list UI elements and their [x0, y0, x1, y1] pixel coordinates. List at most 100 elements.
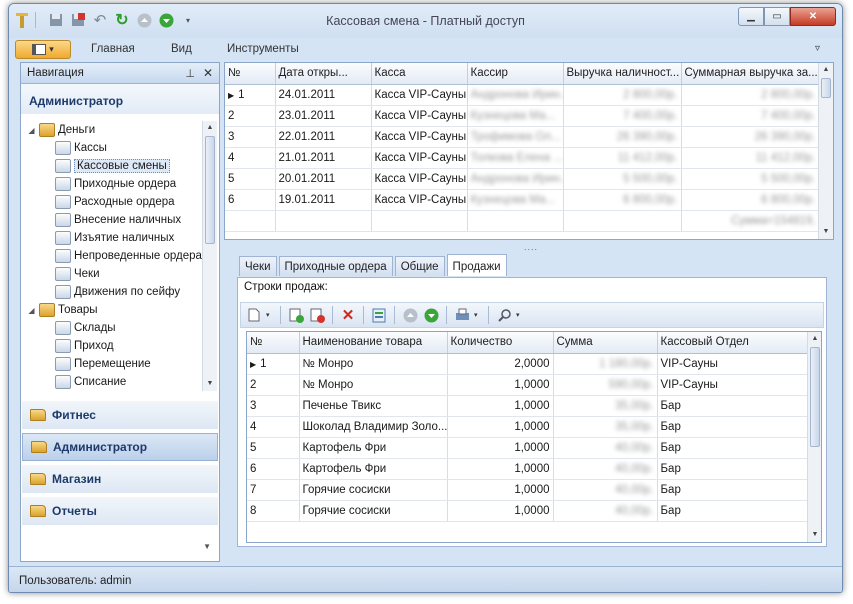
chevron-down-icon[interactable]: ▾ — [516, 311, 524, 319]
tab-main[interactable]: Главная — [91, 43, 135, 55]
nav-tree-item[interactable]: Чеки — [24, 265, 204, 283]
down-icon[interactable] — [422, 306, 440, 324]
pin-icon[interactable]: ⊥ — [185, 67, 195, 80]
nav-tree-item[interactable]: Движения по сейфу — [24, 283, 204, 301]
cell-date: 22.01.2011 — [278, 130, 336, 143]
remove-row-icon[interactable] — [308, 306, 326, 324]
table-row[interactable]: 3 22.01.2011 Касса VIP-Сауны Трофимова Ол..… — [225, 126, 820, 148]
scroll-up-icon[interactable]: ▲ — [819, 63, 833, 77]
column-header[interactable]: Кассир — [467, 63, 564, 85]
table-row[interactable]: 5 20.01.2011 Касса VIP-Сауны Андронова Ирин… — [225, 168, 820, 190]
nav-tree-item[interactable]: Склады — [24, 319, 204, 337]
tab-3[interactable]: Продажи — [446, 254, 507, 276]
column-header[interactable]: № — [247, 332, 300, 354]
table-row[interactable]: 8 Горячие сосиски 1,0000 40,00р. Бар — [247, 500, 808, 522]
scroll-down-icon[interactable]: ▼ — [808, 528, 821, 542]
nav-group-button[interactable]: Магазин — [22, 465, 218, 493]
column-header[interactable]: Сумма — [553, 332, 658, 354]
column-header[interactable]: Кассовый Отдел — [657, 332, 808, 354]
scroll-thumb[interactable] — [821, 78, 831, 98]
nav-group-button[interactable]: Фитнес — [22, 401, 218, 429]
tab-0[interactable]: Чеки — [239, 256, 277, 276]
shifts-scrollbar[interactable]: ▲ ▼ — [818, 63, 833, 239]
scroll-up-icon[interactable]: ▲ — [808, 332, 821, 346]
table-row[interactable]: ▶ 1 24.01.2011 Касса VIP-Сауны Андронова Ири… — [225, 84, 820, 106]
new-doc-icon[interactable] — [245, 306, 263, 324]
row-indicator-icon: ▶ — [228, 90, 235, 100]
column-header[interactable]: Наименование товара — [299, 332, 448, 354]
table-row[interactable]: 4 21.01.2011 Касса VIP-Сауны Толкова Елена … — [225, 147, 820, 169]
tab-2[interactable]: Общие — [394, 256, 445, 276]
nav-tree-item[interactable]: Списание — [24, 373, 204, 391]
nav-tree-item[interactable]: Расходные ордера — [24, 193, 204, 211]
chevron-down-icon[interactable]: ▾ — [474, 311, 482, 319]
nav-tree-item[interactable]: Внесение наличных — [24, 211, 204, 229]
column-header[interactable]: № — [225, 63, 276, 85]
nav-tree-item[interactable]: ◢ Деньги — [24, 121, 204, 139]
table-row[interactable]: 4 Шоколад Владимир Золо... 1,0000 35,00р. Ба… — [247, 416, 808, 438]
tab-view[interactable]: Вид — [171, 43, 192, 55]
cell-date: 24.01.2011 — [278, 88, 336, 101]
delete-icon[interactable]: ✕ — [339, 306, 357, 324]
tab-1[interactable]: Приходные ордера — [278, 256, 393, 276]
nav-group-button[interactable]: Отчеты — [22, 497, 218, 525]
minimize-button[interactable]: ▁ — [738, 7, 764, 26]
cell-n: 2 — [228, 109, 235, 122]
scroll-up-icon[interactable]: ▲ — [203, 121, 217, 135]
table-row[interactable]: 6 Картофель Фри 1,0000 40,00р. Бар — [247, 458, 808, 480]
table-row[interactable]: 2 23.01.2011 Касса VIP-Сауны Кузнецова Ма..… — [225, 105, 820, 127]
app-menu-icon — [32, 44, 47, 55]
cell-name: Печенье Твикс — [302, 399, 382, 412]
table-row[interactable]: 5 Картофель Фри 1,0000 40,00р. Бар — [247, 437, 808, 459]
close-button[interactable]: ✕ — [790, 7, 836, 26]
cell-n: 3 — [250, 399, 257, 412]
document-icon — [55, 213, 71, 227]
chevron-down-icon[interactable]: ▾ — [266, 311, 274, 319]
nav-group-button[interactable]: Администратор — [22, 433, 218, 461]
splitter-handle[interactable]: .... — [524, 242, 538, 252]
scroll-down-icon[interactable]: ▼ — [819, 225, 833, 239]
maximize-button[interactable]: ▭ — [764, 7, 790, 26]
nav-tree-item[interactable]: Непроведенные ордера — [24, 247, 204, 265]
document-icon — [55, 249, 71, 263]
column-header[interactable]: Дата откры... — [275, 63, 372, 85]
edit-list-icon[interactable] — [370, 306, 388, 324]
nav-tree-item[interactable]: Приходные ордера — [24, 175, 204, 193]
cell-total: 7 400,00р. — [761, 109, 816, 122]
shifts-footer-sum: Сумма=154819, — [681, 210, 820, 232]
table-row[interactable]: 2 № Монро 1,0000 590,00р. VIP-Сауны — [247, 374, 808, 396]
app-menu-button[interactable]: ▾ — [15, 40, 71, 59]
column-header[interactable]: Количество — [447, 332, 554, 354]
column-header[interactable]: Суммарная выручка за... — [681, 63, 820, 85]
nav-tree-item[interactable]: Перемещение — [24, 355, 204, 373]
up-icon[interactable] — [401, 306, 419, 324]
scroll-thumb[interactable] — [810, 347, 820, 447]
configure-buttons-icon[interactable]: ▼ — [203, 542, 211, 551]
sales-scrollbar[interactable]: ▲ ▼ — [807, 332, 821, 542]
expand-icon[interactable]: ◢ — [26, 306, 37, 315]
find-icon[interactable] — [495, 306, 513, 324]
close-pane-icon[interactable]: ✕ — [203, 66, 213, 80]
tab-tools[interactable]: Инструменты — [227, 43, 299, 55]
table-row[interactable]: ▶ 1 № Монро 2,0000 1 180,00р. VIP-Сауны — [247, 353, 808, 375]
cell-n: 6 — [250, 462, 257, 475]
table-row[interactable]: 3 Печенье Твикс 1,0000 35,00р. Бар — [247, 395, 808, 417]
nav-tree-item[interactable]: Приход — [24, 337, 204, 355]
table-row[interactable]: 7 Горячие сосиски 1,0000 40,00р. Бар — [247, 479, 808, 501]
nav-tree-item[interactable]: ◢ Товары — [24, 301, 204, 319]
ribbon-expand-icon[interactable]: ▿ — [815, 43, 820, 54]
add-row-icon[interactable] — [287, 306, 305, 324]
column-header[interactable]: Касса — [371, 63, 468, 85]
print-icon[interactable] — [453, 306, 471, 324]
column-header[interactable]: Выручка наличност... — [563, 63, 682, 85]
scroll-down-icon[interactable]: ▼ — [203, 377, 217, 391]
nav-group-label: Отчеты — [52, 504, 97, 518]
cell-kassa: Касса VIP-Сауны — [374, 151, 467, 164]
expand-icon[interactable]: ◢ — [26, 126, 37, 135]
nav-tree-item[interactable]: Изъятие наличных — [24, 229, 204, 247]
scroll-thumb[interactable] — [205, 136, 215, 244]
nav-tree-item[interactable]: Кассы — [24, 139, 204, 157]
nav-tree-item[interactable]: Кассовые смены — [24, 157, 204, 175]
table-row[interactable]: 6 19.01.2011 Касса VIP-Сауны Кузнецова Ма..… — [225, 189, 820, 211]
tree-scrollbar[interactable]: ▲ ▼ — [202, 121, 217, 391]
